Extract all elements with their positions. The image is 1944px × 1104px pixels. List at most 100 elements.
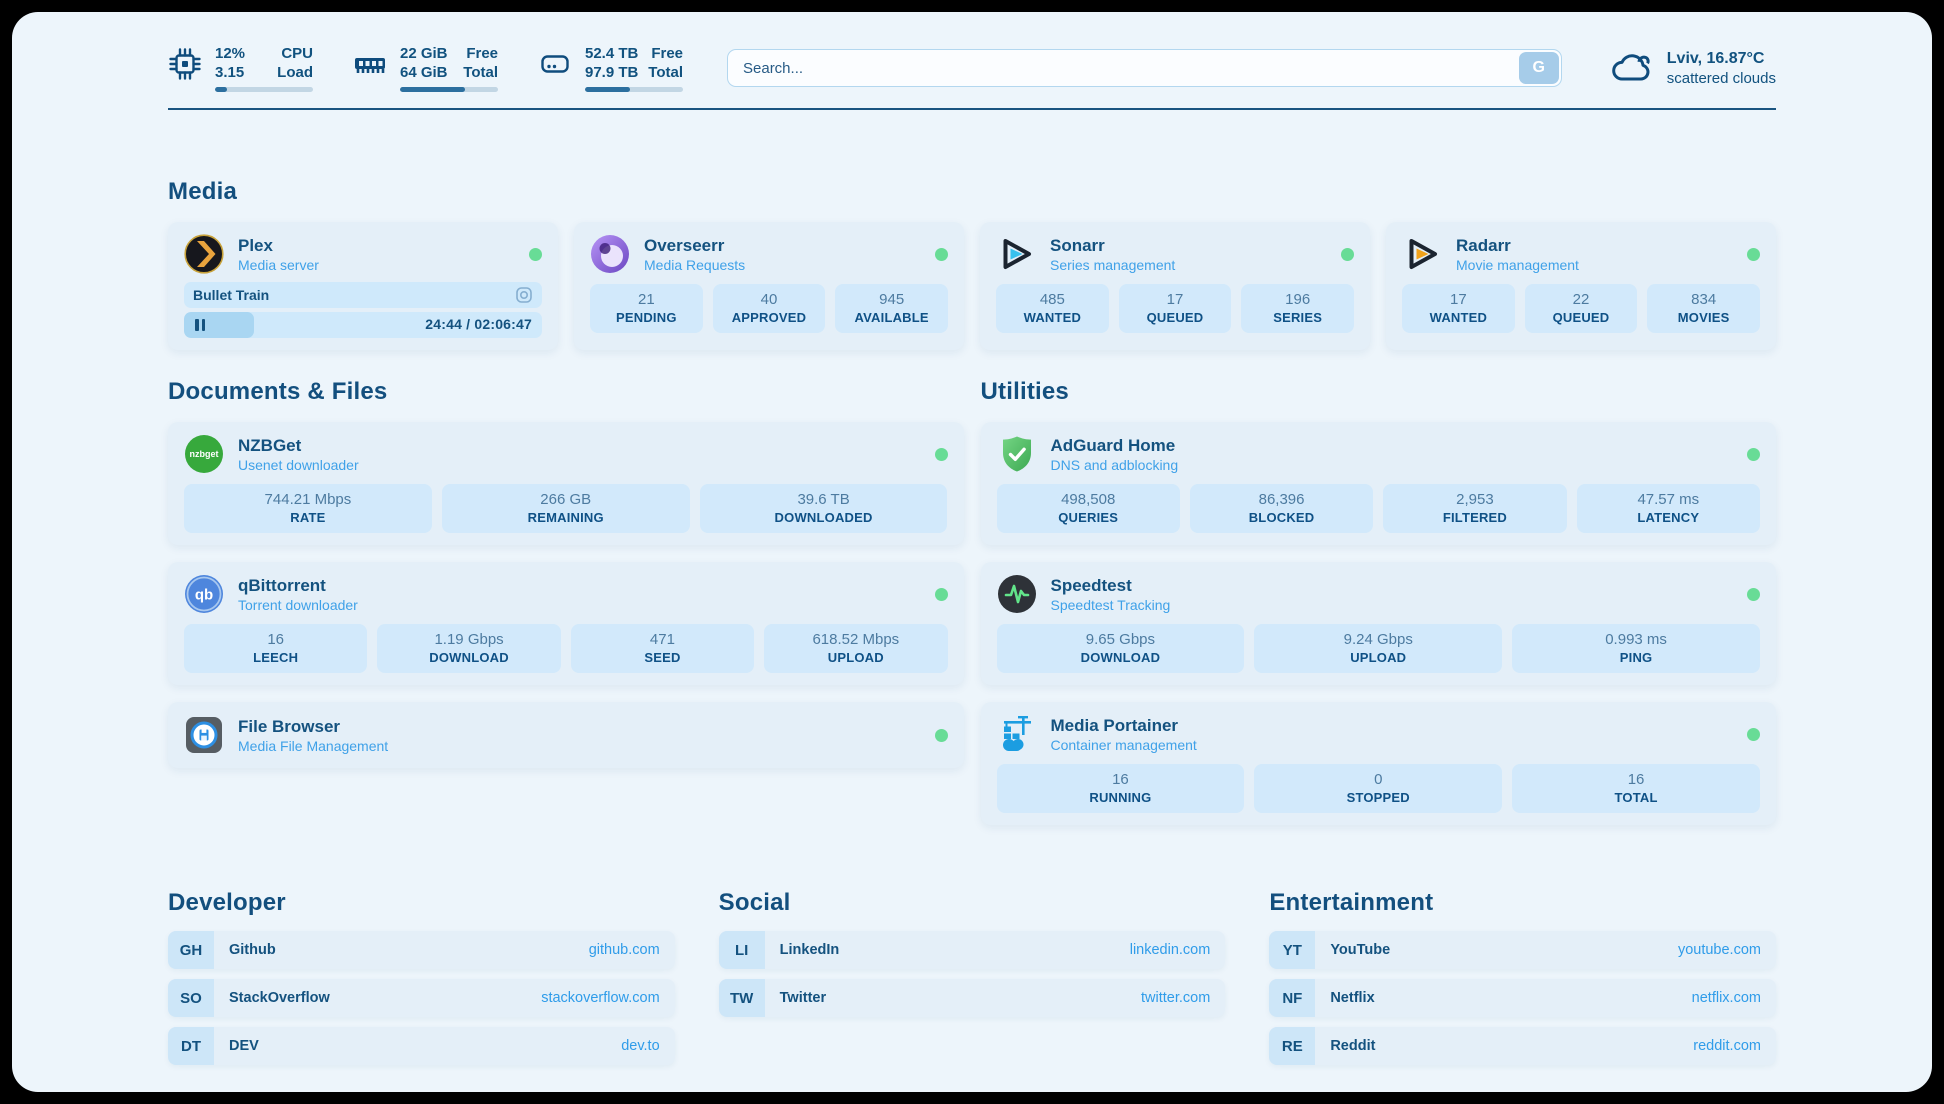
cpu-percent: 12% <box>215 44 245 63</box>
app-description: Usenet downloader <box>238 456 359 474</box>
section-title-media: Media <box>168 178 1776 206</box>
links-developer: Developer GH Github github.com SO StackO… <box>168 889 675 1065</box>
disk-bar-fill <box>585 87 630 92</box>
app-name: AdGuard Home <box>1051 435 1179 456</box>
now-playing-title: Bullet Train <box>193 287 269 303</box>
stat-running: 16 RUNNING <box>997 764 1245 813</box>
cloud-icon <box>1608 48 1654 88</box>
stat-wanted: 485 WANTED <box>996 284 1109 333</box>
stat-latency: 47.57 ms LATENCY <box>1577 484 1760 533</box>
stat-download: 1.19 Gbps DOWNLOAD <box>377 624 560 673</box>
stat-total: 16 TOTAL <box>1512 764 1760 813</box>
svg-text:qb: qb <box>195 587 213 604</box>
app-card-sonarr[interactable]: Sonarr Series management 485 WANTED 17 Q… <box>980 222 1370 350</box>
app-card-adguard[interactable]: AdGuard Home DNS and adblocking 498,508 … <box>981 422 1777 545</box>
section-title-utilities: Utilities <box>981 378 1777 406</box>
cpu-bar <box>215 87 313 92</box>
link-abbr: YT <box>1269 931 1315 969</box>
weather-widget[interactable]: Lviv, 16.87°C scattered clouds <box>1608 48 1776 88</box>
link-linkedin[interactable]: LI LinkedIn linkedin.com <box>719 931 1226 969</box>
app-card-portainer[interactable]: Media Portainer Container management 16 … <box>981 702 1777 825</box>
link-name: YouTube <box>1330 942 1390 958</box>
app-card-radarr[interactable]: Radarr Movie management 17 WANTED 22 QUE… <box>1386 222 1776 350</box>
app-name: Overseerr <box>644 235 745 256</box>
link-url: reddit.com <box>1693 1038 1761 1054</box>
link-netflix[interactable]: NF Netflix netflix.com <box>1269 979 1776 1017</box>
link-dev[interactable]: DT DEV dev.to <box>168 1027 675 1065</box>
app-description: Series management <box>1050 256 1175 274</box>
stat-movies: 834 MOVIES <box>1647 284 1760 333</box>
adguard-icon <box>997 434 1037 474</box>
stat-upload: 9.24 Gbps UPLOAD <box>1254 624 1502 673</box>
status-dot <box>1747 588 1760 601</box>
section-title-documents: Documents & Files <box>168 378 964 406</box>
disk-icon <box>538 47 572 81</box>
app-description: DNS and adblocking <box>1051 456 1179 474</box>
status-dot <box>1747 248 1760 261</box>
link-reddit[interactable]: RE Reddit reddit.com <box>1269 1027 1776 1065</box>
overseerr-icon <box>590 234 630 274</box>
link-youtube[interactable]: YT YouTube youtube.com <box>1269 931 1776 969</box>
app-card-speedtest[interactable]: Speedtest Speedtest Tracking 9.65 Gbps D… <box>981 562 1777 685</box>
stat-ping: 0.993 ms PING <box>1512 624 1760 673</box>
ram-label-top: Free <box>463 44 498 63</box>
link-abbr: RE <box>1269 1027 1315 1065</box>
playback-time: 24:44 / 02:06:47 <box>425 316 532 332</box>
search-provider-button[interactable]: G <box>1519 52 1559 84</box>
topbar: 12% 3.15 CPU Load <box>168 12 1776 92</box>
link-url: dev.to <box>621 1038 659 1054</box>
links-social: Social LI LinkedIn linkedin.com TW Twitt… <box>719 889 1226 1017</box>
cpu-label-bottom: Load <box>277 63 313 82</box>
system-stats: 12% 3.15 CPU Load <box>168 44 683 92</box>
ram-label-bottom: Total <box>463 63 498 82</box>
link-twitter[interactable]: TW Twitter twitter.com <box>719 979 1226 1017</box>
radarr-icon <box>1402 234 1442 274</box>
app-name: Media Portainer <box>1051 715 1197 736</box>
svg-text:nzbget: nzbget <box>190 449 219 459</box>
link-abbr: DT <box>168 1027 214 1065</box>
stat-approved: 40 APPROVED <box>713 284 826 333</box>
app-name: Sonarr <box>1050 235 1175 256</box>
stat-downloaded: 39.6 TB DOWNLOADED <box>700 484 948 533</box>
search-input[interactable] <box>727 49 1562 87</box>
link-url: netflix.com <box>1692 990 1761 1006</box>
cpu-label-top: CPU <box>277 44 313 63</box>
link-url: twitter.com <box>1141 990 1210 1006</box>
link-name: DEV <box>229 1038 259 1054</box>
links-entertainment: Entertainment YT YouTube youtube.com NF … <box>1269 889 1776 1065</box>
app-card-plex[interactable]: Plex Media server Bullet Train <box>168 222 558 350</box>
stat-series: 196 SERIES <box>1241 284 1354 333</box>
media-grid: Plex Media server Bullet Train <box>168 222 1776 350</box>
app-card-filebrowser[interactable]: File Browser Media File Management <box>168 702 964 768</box>
link-name: Github <box>229 942 276 958</box>
stat-queued: 22 QUEUED <box>1525 284 1638 333</box>
ram-bar-fill <box>400 87 465 92</box>
ram-bar <box>400 87 498 92</box>
video-camera-icon <box>515 286 533 304</box>
link-abbr: TW <box>719 979 765 1017</box>
link-abbr: LI <box>719 931 765 969</box>
app-description: Torrent downloader <box>238 596 358 614</box>
portainer-icon <box>997 714 1037 754</box>
app-card-overseerr[interactable]: Overseerr Media Requests 21 PENDING 40 A… <box>574 222 964 350</box>
app-card-qbittorrent[interactable]: qb qBittorrent Torrent downloader 16 LEE… <box>168 562 964 685</box>
ram-stat: 22 GiB 64 GiB Free Total <box>353 44 498 92</box>
link-github[interactable]: GH Github github.com <box>168 931 675 969</box>
link-name: LinkedIn <box>780 942 840 958</box>
app-description: Media server <box>238 256 319 274</box>
speedtest-icon <box>997 574 1037 614</box>
status-dot <box>529 248 542 261</box>
stat-leech: 16 LEECH <box>184 624 367 673</box>
topbar-divider <box>168 108 1776 110</box>
cpu-stat: 12% 3.15 CPU Load <box>168 44 313 92</box>
ram-free-value: 22 GiB <box>400 44 448 63</box>
ram-icon <box>353 47 387 81</box>
stat-queued: 17 QUEUED <box>1119 284 1232 333</box>
filebrowser-icon <box>184 715 224 755</box>
qbittorrent-icon: qb <box>184 574 224 614</box>
app-card-nzbget[interactable]: nzbget NZBGet Usenet downloader 744.21 M… <box>168 422 964 545</box>
cpu-icon <box>168 47 202 81</box>
link-stackoverflow[interactable]: SO StackOverflow stackoverflow.com <box>168 979 675 1017</box>
app-name: qBittorrent <box>238 575 358 596</box>
section-title-developer: Developer <box>168 889 675 917</box>
